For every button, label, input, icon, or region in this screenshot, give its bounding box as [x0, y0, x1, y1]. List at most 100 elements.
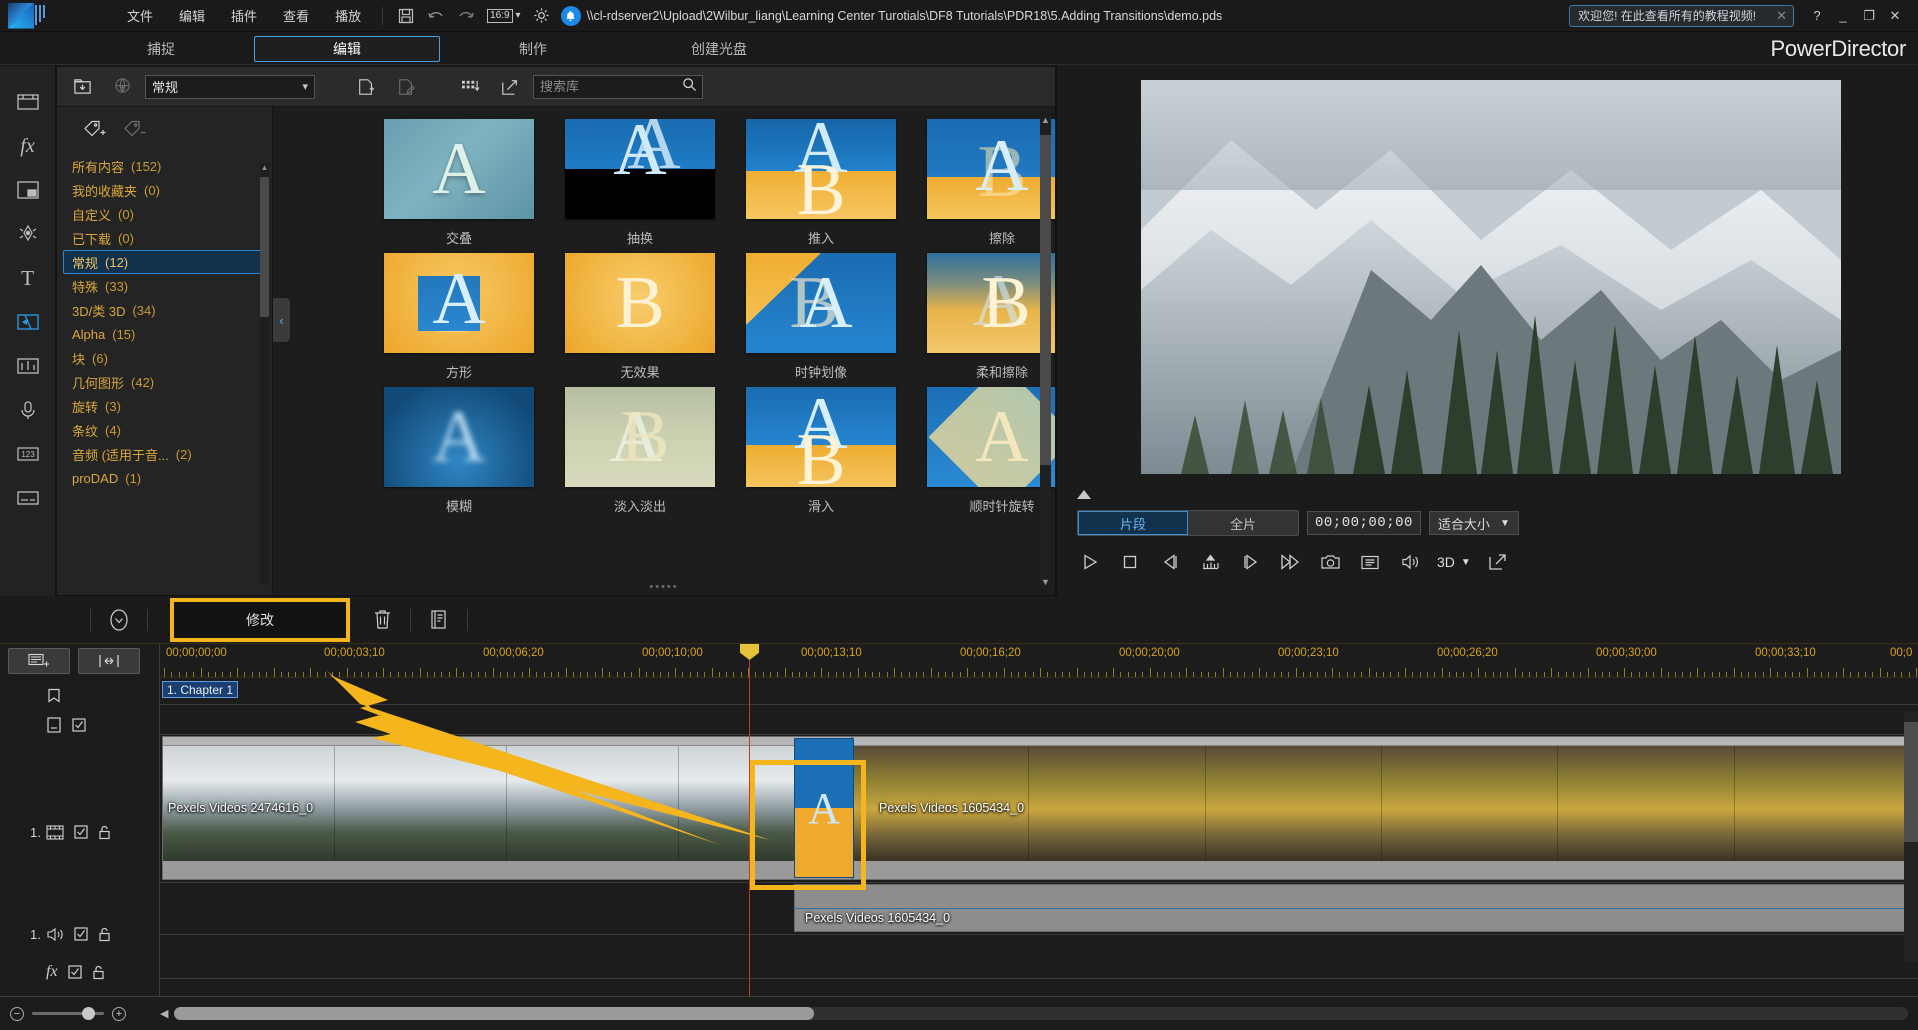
category-item-block[interactable]: 块 (6)	[63, 346, 266, 370]
transition-thumbnail[interactable]: B A	[927, 119, 1055, 219]
save-icon[interactable]	[391, 4, 421, 28]
preview-fit-select[interactable]: 适合大小 ▼	[1429, 511, 1519, 535]
tag-add-icon[interactable]	[83, 119, 109, 144]
scroll-down-icon[interactable]: ▼	[1040, 577, 1051, 587]
volume-button[interactable]	[1397, 550, 1423, 574]
play-button[interactable]	[1077, 550, 1103, 574]
trash-icon[interactable]	[364, 605, 400, 635]
transition-item[interactable]: B 无效果	[550, 253, 730, 387]
zoom-slider-knob[interactable]	[82, 1007, 95, 1020]
scrollbar-thumb[interactable]	[1904, 722, 1918, 842]
chevron-down-circle-icon[interactable]	[101, 605, 137, 635]
transition-item[interactable]: A 交叠	[369, 119, 549, 253]
particle-room-icon[interactable]	[9, 218, 47, 250]
magnetic-snap-button[interactable]	[78, 648, 140, 674]
timeline-ruler[interactable]: 00;00;00;00 00;00;03;10 00;00;06;20 00;0…	[160, 644, 1918, 678]
transition-item[interactable]: A B 柔和擦除	[912, 253, 1055, 387]
tab-create-disc[interactable]: 创建光盘	[626, 36, 812, 62]
menu-view[interactable]: 查看	[270, 2, 322, 29]
category-item-3d[interactable]: 3D/类 3D (34)	[63, 298, 266, 322]
transition-item[interactable]: A 模糊	[369, 387, 549, 521]
category-item-rotate[interactable]: 旋转 (3)	[63, 394, 266, 418]
transition-item[interactable]: A B 滑入	[731, 387, 911, 521]
preview-mode-clip[interactable]: 片段	[1078, 511, 1188, 535]
expand-view-icon[interactable]	[493, 73, 527, 101]
transition-thumbnail[interactable]: A B	[927, 253, 1055, 353]
effect-room-icon[interactable]: fx	[9, 130, 47, 162]
scroll-up-icon[interactable]: ▲	[1040, 115, 1051, 125]
transition-thumbnail[interactable]: A	[927, 387, 1055, 487]
chapter-marker[interactable]: 1. Chapter 1	[162, 681, 238, 698]
popout-icon[interactable]	[1485, 550, 1511, 574]
transition-room-icon[interactable]	[9, 306, 47, 338]
category-item-special[interactable]: 特殊 (33)	[63, 274, 266, 298]
category-item-custom[interactable]: 自定义 (0)	[63, 202, 266, 226]
timeline-horizontal-scrollbar[interactable]	[174, 1007, 1908, 1020]
title-room-icon[interactable]: T	[9, 262, 47, 294]
edit-item-icon[interactable]	[389, 73, 423, 101]
zoom-in-button[interactable]: +	[112, 1007, 126, 1021]
track-head-video-1[interactable]: 1.	[0, 819, 160, 845]
transition-item[interactable]: A B 推入	[731, 119, 911, 253]
transition-thumbnail[interactable]: B A	[746, 253, 896, 353]
audio-mixing-room-icon[interactable]	[9, 350, 47, 382]
tab-edit[interactable]: 编辑	[254, 36, 440, 62]
welcome-banner[interactable]: 欢迎您! 在此查看所有的教程视频! ✕	[1569, 5, 1794, 27]
track-head-chapter[interactable]	[0, 684, 160, 710]
transition-thumbnail[interactable]: A B	[565, 387, 715, 487]
transition-item[interactable]: B A 擦除	[912, 119, 1055, 253]
track-head-fx[interactable]: fx	[0, 959, 160, 985]
zoom-out-button[interactable]: −	[10, 1007, 24, 1021]
playhead[interactable]	[749, 660, 750, 997]
voiceover-room-icon[interactable]	[9, 394, 47, 426]
tag-remove-icon[interactable]	[123, 119, 149, 144]
category-item-prodad[interactable]: proDAD (1)	[63, 466, 266, 490]
download-from-cloud-icon[interactable]	[105, 73, 139, 101]
category-item-all[interactable]: 所有内容 (152)	[63, 154, 266, 178]
preview-video[interactable]	[1141, 80, 1841, 474]
menu-play[interactable]: 播放	[322, 2, 374, 29]
aspect-ratio-button[interactable]: 16:9 ▾	[481, 9, 527, 23]
maximize-button[interactable]: ❐	[1856, 5, 1882, 27]
snapshot-button[interactable]	[1317, 550, 1343, 574]
timeline-clip-video-2[interactable]: Pexels Videos 1605434_0	[852, 736, 1912, 880]
grid-view-icon[interactable]	[453, 73, 487, 101]
category-scrollbar[interactable]: ▲	[260, 163, 269, 585]
category-item-stripe[interactable]: 条纹 (4)	[63, 418, 266, 442]
playhead-handle[interactable]	[740, 644, 759, 660]
grid-scrollbar[interactable]: ▲ ▼	[1040, 117, 1051, 585]
category-item-audio[interactable]: 音频 (适用于音... (2)	[63, 442, 266, 466]
undo-icon[interactable]	[421, 4, 451, 28]
search-input[interactable]	[540, 79, 670, 94]
step-button[interactable]	[1197, 550, 1223, 574]
preview-options-button[interactable]	[1357, 550, 1383, 574]
category-item-geometry[interactable]: 几何图形 (42)	[63, 370, 266, 394]
chapter-room-icon[interactable]: 123	[9, 438, 47, 470]
search-box[interactable]	[533, 75, 703, 99]
menu-file[interactable]: 文件	[114, 2, 166, 29]
category-item-favorites[interactable]: 我的收藏夹 (0)	[63, 178, 266, 202]
timeline-vertical-scrollbar[interactable]	[1904, 712, 1918, 962]
transition-thumbnail[interactable]: A	[384, 387, 534, 487]
transition-thumbnail[interactable]: A B	[746, 119, 896, 219]
redo-icon[interactable]	[451, 4, 481, 28]
minimize-button[interactable]: _	[1830, 5, 1856, 27]
pip-room-icon[interactable]	[9, 174, 47, 206]
clip-notes-icon[interactable]	[421, 605, 457, 635]
next-frame-button[interactable]	[1237, 550, 1263, 574]
modify-button[interactable]: 修改	[170, 598, 350, 642]
close-icon[interactable]: ✕	[1776, 8, 1787, 24]
help-button[interactable]: ?	[1804, 5, 1830, 27]
tab-produce[interactable]: 制作	[440, 36, 626, 62]
fast-forward-button[interactable]	[1277, 550, 1303, 574]
track-manager-button[interactable]	[8, 648, 70, 674]
category-filter-select[interactable]: 常规 ▾	[145, 75, 315, 99]
transition-thumbnail[interactable]: B	[565, 253, 715, 353]
category-item-general[interactable]: 常规 (12)	[63, 250, 266, 274]
category-item-downloaded[interactable]: 已下载 (0)	[63, 226, 266, 250]
add-item-icon[interactable]	[349, 73, 383, 101]
scrollbar-thumb[interactable]	[1040, 135, 1051, 465]
preview-timecode[interactable]: 00;00;00;00	[1307, 511, 1421, 535]
import-media-icon[interactable]	[65, 73, 99, 101]
media-room-icon[interactable]	[9, 86, 47, 118]
